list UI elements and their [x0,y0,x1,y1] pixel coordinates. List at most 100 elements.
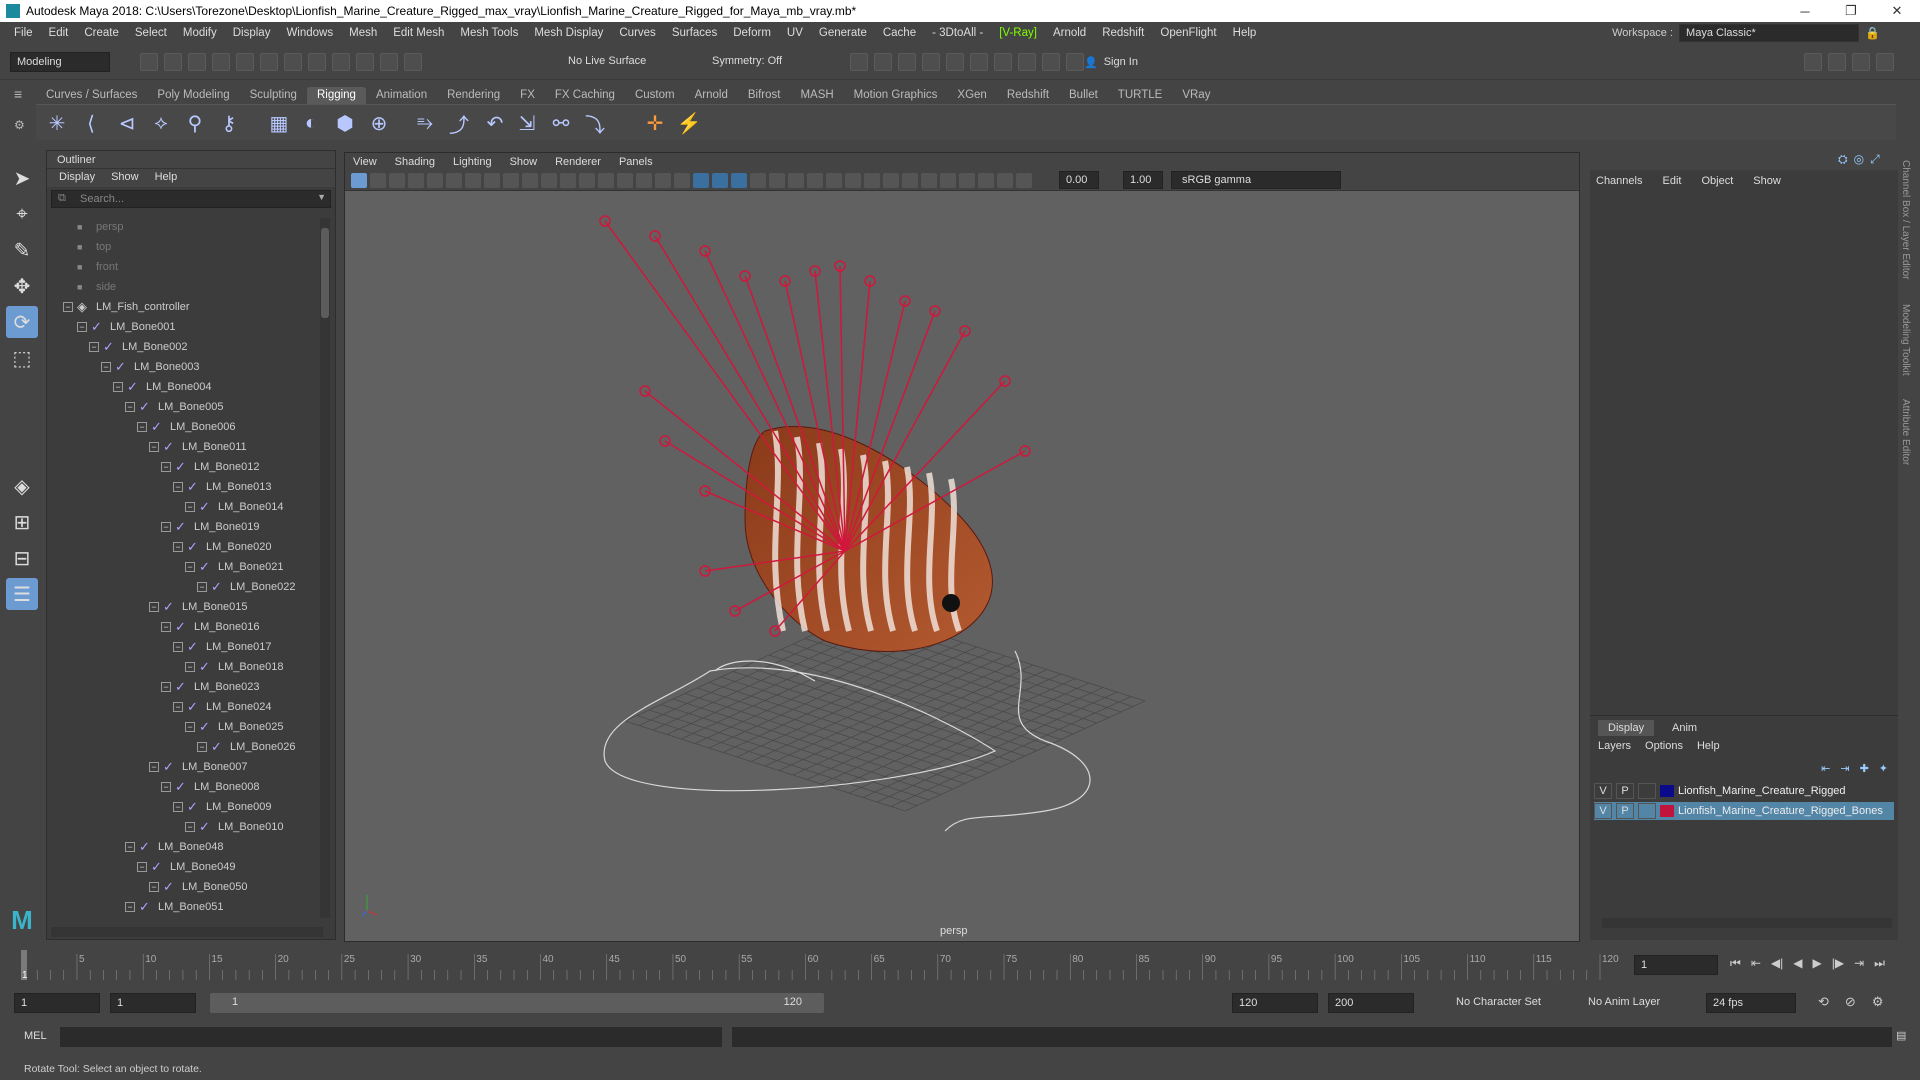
outliner-row[interactable]: − ✓ LM_Bone012 [161,457,259,477]
shelf-tab-curves-surfaces[interactable]: Curves / Surfaces [36,87,147,104]
layer-down-icon[interactable]: ⇥ [1840,762,1849,775]
outliner-row[interactable]: − ✓ LM_Bone026 [197,737,295,757]
rigging-shelf-tool-13-icon[interactable]: ↶ [482,110,508,136]
maya-m-logo-icon[interactable]: M [6,904,38,936]
menu-windows[interactable]: Windows [278,27,341,39]
symmetry-select[interactable]: Symmetry: Off [706,52,806,72]
expand-toggle-icon[interactable]: − [161,522,171,532]
layer-menu-help[interactable]: Help [1697,740,1720,752]
menu--3dtoall-[interactable]: - 3DtoAll - [924,27,991,39]
layer-hscrollbar[interactable] [1602,918,1892,928]
menu-modify[interactable]: Modify [175,27,225,39]
layout-single-icon[interactable]: ◈ [6,470,38,502]
search-dropdown-icon[interactable]: ▼ [317,192,326,202]
rigging-shelf-tool-4-icon[interactable]: ⟡ [148,110,174,136]
shelf-tab-xgen[interactable]: XGen [947,87,996,104]
channel-box-menu-edit[interactable]: Edit [1662,175,1681,187]
scale-tool-icon[interactable]: ⬚ [6,342,38,374]
panel-toggle-2-icon[interactable] [1828,53,1846,71]
expand-toggle-icon[interactable]: − [173,542,183,552]
camera-row[interactable]: ■ top [77,237,111,257]
shelf-tab-custom[interactable]: Custom [625,87,685,104]
expand-toggle-icon[interactable]: − [89,342,99,352]
outliner-row[interactable]: − ✓ LM_Bone008 [161,777,259,797]
rigging-shelf-tool-11-icon[interactable]: ⥱ [412,110,438,136]
playback-start-field[interactable]: 1 [110,993,196,1013]
menu--v-ray-[interactable]: [V-Ray] [991,27,1045,39]
layout-two-icon[interactable]: ⊟ [6,542,38,574]
shelf-tab-fx[interactable]: FX [510,87,545,104]
viewport-tool-5-icon[interactable] [427,173,443,188]
layer-row[interactable]: V P Lionfish_Marine_Creature_Rigged [1594,782,1894,800]
menu-set-select[interactable]: Modeling [10,52,110,72]
viewport-tool-12-icon[interactable] [560,173,576,188]
viewport-tool-1-icon[interactable] [351,173,367,188]
expand-toggle-icon[interactable]: − [173,702,183,712]
rigging-shelf-tool-18-icon[interactable]: ⚡ [676,110,702,136]
rigging-shelf-tool-14-icon[interactable]: ⇲ [514,110,540,136]
viewport-tool-32-icon[interactable] [940,173,956,188]
render-tool-5-icon[interactable] [946,53,964,71]
statusline-tool-8-icon[interactable] [308,53,326,71]
viewport-tool-27-icon[interactable] [845,173,861,188]
time-slider[interactable]: 5 10 15 20 25 30 35 40 45 50 55 60 65 70 75 80 85 90 95 100… [0,948,1920,982]
viewport-tool-30-icon[interactable] [902,173,918,188]
shelf-tab-motion-graphics[interactable]: Motion Graphics [844,87,948,104]
expand-toggle-icon[interactable]: − [149,882,159,892]
statusline-tool-5-icon[interactable] [236,53,254,71]
expand-toggle-icon[interactable]: − [149,602,159,612]
viewport-tool-10-icon[interactable] [522,173,538,188]
statusline-tool-4-icon[interactable] [212,53,230,71]
shelf-tab-rendering[interactable]: Rendering [437,87,510,104]
rigging-shelf-tool-10-icon[interactable]: ⊕ [366,110,392,136]
menu-help[interactable]: Help [1225,27,1265,39]
outliner-row[interactable]: − ✓ LM_Bone006 [137,417,235,437]
outliner-menu-show[interactable]: Show [111,171,139,185]
viewport-tool-4-icon[interactable] [408,173,424,188]
loop-icon[interactable]: ⟲ [1818,994,1829,1010]
shelf-tab-vray[interactable]: VRay [1172,87,1220,104]
expand-toggle-icon[interactable]: − [125,842,135,852]
viewport-menu-shading[interactable]: Shading [395,156,435,168]
rigging-shelf-tool-8-icon[interactable]: ◐ [298,110,324,136]
layer-tab-anim[interactable]: Anim [1662,720,1707,736]
outliner-row[interactable]: − ◈ LM_Fish_controller [63,297,190,317]
shelf-menu-icon[interactable]: ≡ [14,86,22,102]
statusline-tool-7-icon[interactable] [284,53,302,71]
outliner-row[interactable]: − ✓ LM_Bone005 [125,397,223,417]
panel-toggle-3-icon[interactable] [1852,53,1870,71]
layer-up-icon[interactable]: ⇤ [1821,762,1830,775]
rigging-shelf-tool-12-icon[interactable]: ⤴ [446,110,472,137]
outliner-row[interactable]: − ✓ LM_Bone013 [173,477,271,497]
layer-playback-toggle[interactable]: P [1616,803,1634,819]
time-ruler[interactable]: 5 10 15 20 25 30 35 40 45 50 55 60 65 70 75 80 85 90 95 100… [0,948,1620,982]
expand-toggle-icon[interactable]: − [149,762,159,772]
menu-select[interactable]: Select [127,27,175,39]
shelf-tab-sculpting[interactable]: Sculpting [240,87,307,104]
layer-name[interactable]: Lionfish_Marine_Creature_Rigged_Bones [1678,805,1883,817]
outliner-row[interactable]: − ✓ LM_Bone019 [161,517,259,537]
viewport-tool-6-icon[interactable] [446,173,462,188]
expand-toggle-icon[interactable]: − [149,442,159,452]
shelf-tab-arnold[interactable]: Arnold [685,87,738,104]
shelf-tab-fx-caching[interactable]: FX Caching [545,87,625,104]
menu-mesh-display[interactable]: Mesh Display [526,27,611,39]
new-layer-selected-icon[interactable]: ✦ [1879,762,1888,775]
lionfish-model[interactable] [599,215,1031,652]
viewport-tool-25-icon[interactable] [807,173,823,188]
statusline-tool-2-icon[interactable] [164,53,182,71]
expand-toggle-icon[interactable]: − [173,642,183,652]
restore-icon[interactable]: ❐ [1828,0,1874,22]
viewport-tool-26-icon[interactable] [826,173,842,188]
layer-color-swatch[interactable] [1660,785,1674,797]
render-tool-9-icon[interactable] [1042,53,1060,71]
viewport-menu-show[interactable]: Show [510,156,538,168]
color-space-select[interactable]: sRGB gamma [1171,171,1341,189]
outliner-row[interactable]: − ✓ LM_Bone048 [125,837,223,857]
expand-toggle-icon[interactable]: − [137,422,147,432]
shelf-tab-redshift[interactable]: Redshift [997,87,1059,104]
expand-toggle-icon[interactable]: − [185,562,195,572]
outliner-row[interactable]: − ✓ LM_Bone049 [137,857,235,877]
menu-cache[interactable]: Cache [875,27,924,39]
expand-toggle-icon[interactable]: − [161,462,171,472]
